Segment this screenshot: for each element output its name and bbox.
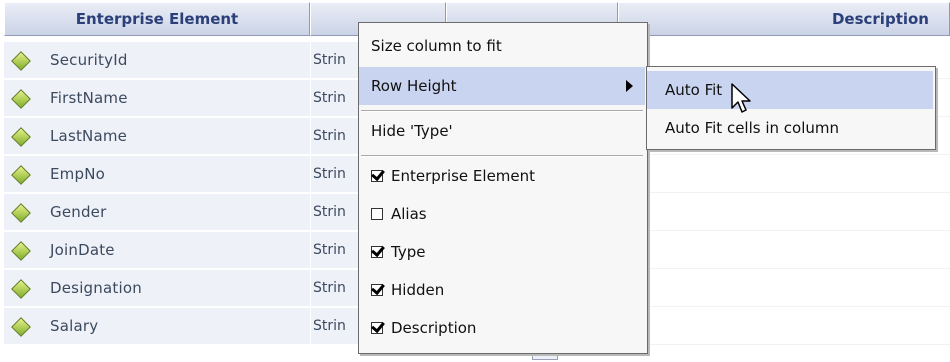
menu-item-enterprise-element[interactable]: Enterprise Element	[359, 157, 645, 195]
element-diamond-icon	[11, 165, 31, 185]
menu-item-label: Row Height	[371, 77, 457, 95]
element-diamond-icon	[11, 241, 31, 261]
element-name: Gender	[50, 203, 107, 221]
menu-item-hidden[interactable]: Hidden	[359, 271, 645, 309]
element-diamond-icon	[11, 51, 31, 71]
enterprise-element-cell[interactable]: Gender	[4, 194, 310, 231]
column-header-label: Enterprise Element	[75, 10, 239, 28]
submenu-item-auto-fit[interactable]: Auto Fit	[647, 71, 933, 109]
enterprise-element-cell[interactable]: EmpNo	[4, 156, 310, 193]
menu-item-label: Enterprise Element	[391, 167, 536, 185]
enterprise-element-cell[interactable]: Salary	[4, 308, 310, 345]
element-name: FirstName	[50, 89, 128, 107]
column-header-description[interactable]: Description	[618, 2, 950, 36]
checkbox-checked-icon	[371, 170, 383, 182]
mouse-pointer-icon	[731, 83, 751, 113]
checkbox-unchecked-icon	[371, 208, 383, 220]
element-diamond-icon	[11, 317, 31, 337]
element-name: Designation	[50, 279, 142, 297]
element-name: LastName	[50, 127, 128, 145]
element-diamond-icon	[11, 203, 31, 223]
element-name: EmpNo	[50, 165, 106, 183]
checkbox-checked-icon	[371, 284, 383, 296]
menu-item-type[interactable]: Type	[359, 233, 645, 271]
menu-item-row-height[interactable]: Row Height	[359, 67, 645, 105]
row-height-submenu: Auto Fit Auto Fit cells in column	[646, 66, 936, 150]
element-name: Salary	[50, 317, 99, 335]
element-diamond-icon	[11, 89, 31, 109]
submenu-item-auto-fit-cells[interactable]: Auto Fit cells in column	[647, 109, 933, 147]
element-name: JoinDate	[50, 241, 115, 259]
column-header-enterprise-element[interactable]: Enterprise Element	[4, 2, 310, 36]
menu-item-description[interactable]: Description	[359, 309, 645, 347]
element-name: SecurityId	[50, 51, 128, 69]
column-context-menu: Size column to fit Row Height Hide 'Type…	[358, 22, 648, 354]
menu-item-label: Alias	[391, 205, 427, 223]
enterprise-element-cell[interactable]: JoinDate	[4, 232, 310, 269]
element-diamond-icon	[11, 279, 31, 299]
menu-item-hide-type[interactable]: Hide 'Type'	[359, 112, 645, 150]
checkbox-checked-icon	[371, 246, 383, 258]
enterprise-element-cell[interactable]: FirstName	[4, 80, 310, 117]
submenu-arrow-icon	[626, 80, 633, 92]
menu-item-label: Type	[391, 243, 426, 261]
menu-item-alias[interactable]: Alias	[359, 195, 645, 233]
enterprise-element-cell[interactable]: Designation	[4, 270, 310, 307]
column-header-label: Description	[831, 10, 929, 28]
menu-item-label: Hidden	[391, 281, 445, 299]
checkbox-checked-icon	[371, 322, 383, 334]
enterprise-element-cell[interactable]: LastName	[4, 118, 310, 155]
menu-item-size-column-to-fit[interactable]: Size column to fit	[359, 27, 645, 65]
menu-item-label: Description	[391, 319, 477, 337]
element-diamond-icon	[11, 127, 31, 147]
enterprise-element-cell[interactable]: SecurityId	[4, 42, 310, 79]
